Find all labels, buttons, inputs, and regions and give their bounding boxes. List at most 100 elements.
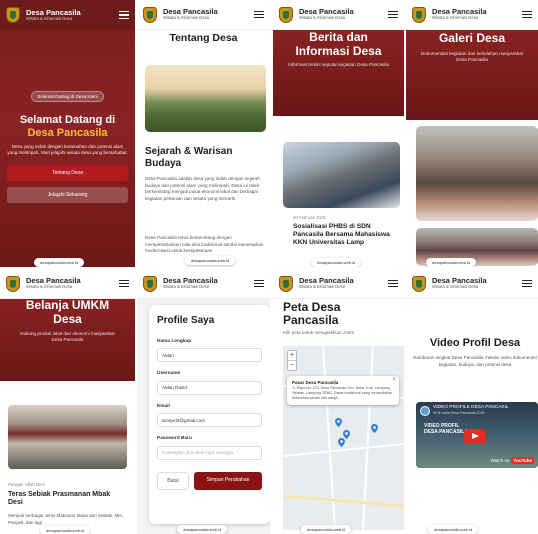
- map-pin-icon[interactable]: [335, 418, 342, 427]
- popup-body: Jl. Raya No. 123, Desa Pancasila, Kec. N…: [292, 386, 393, 401]
- umkm-screen: Desa Pancasila Wisata & Informasi Desa B…: [0, 269, 135, 534]
- video-channel: KKN Unila Desa Pancasila 2025: [433, 411, 485, 415]
- zoom-in-button[interactable]: +: [288, 351, 296, 361]
- gallery-hero: Galeri Desa Dokumentasi kegiatan dan kei…: [406, 30, 538, 120]
- zoom-out-button[interactable]: −: [288, 361, 296, 370]
- brand-tagline: Wisata & Informasi Desa: [299, 15, 346, 21]
- hamburger-icon[interactable]: [522, 10, 532, 19]
- video-screen: Desa Pancasila Wisata & Informasi Desa V…: [406, 269, 538, 534]
- umkm-subtitle: Dukung produk lokal dan ekonomi masyarak…: [20, 330, 115, 342]
- password-label: Password Baru: [157, 436, 192, 441]
- news-subtitle: Informasi terkini seputar kegiatan Desa …: [288, 61, 389, 67]
- cancel-button[interactable]: Batal: [157, 471, 189, 490]
- rice-field-photo: [145, 65, 266, 132]
- news-date: 20 Februari 2025: [293, 215, 326, 220]
- hamburger-icon[interactable]: [119, 279, 129, 288]
- gallery-photo-group[interactable]: [416, 126, 538, 221]
- map-zoom-controls: + −: [287, 350, 297, 371]
- umkm-heading-line2: Desa: [53, 311, 82, 326]
- brand-tagline: Wisata & Informasi Desa: [26, 15, 73, 21]
- village-crest-icon[interactable]: [6, 7, 20, 23]
- hamburger-icon[interactable]: [119, 11, 129, 19]
- username-field[interactable]: [157, 380, 262, 395]
- watch-on-youtube[interactable]: Watch on YouTube: [491, 457, 534, 464]
- village-crest-icon[interactable]: [143, 275, 157, 292]
- video-banner: VIDEO PROFIL DESA PANCASILA: [424, 423, 468, 435]
- umkm-hero: Belanja UMKM Desa Dukung produk lokal da…: [0, 298, 135, 381]
- product-photo[interactable]: [8, 405, 127, 469]
- screenshot-collage: Desa Pancasila Wisata & Informasi Desa S…: [0, 0, 538, 534]
- village-crest-icon[interactable]: [279, 6, 293, 23]
- hamburger-icon[interactable]: [388, 279, 398, 288]
- village-crest-icon[interactable]: [412, 6, 426, 23]
- hamburger-icon[interactable]: [388, 10, 398, 19]
- map-pin-icon[interactable]: [371, 424, 378, 433]
- name-label: Nama Lengkap: [157, 338, 192, 344]
- site-header: Desa Pancasila Wisata & Informasi Desa: [273, 269, 404, 299]
- village-crest-icon[interactable]: [412, 275, 426, 292]
- url-badge: desapancasila.web.id: [428, 525, 479, 534]
- username-label: Username: [157, 371, 181, 376]
- url-badge: desapancasila.web.id: [426, 258, 477, 267]
- welcome-badge: Selamat Datang di Desa Kami: [31, 91, 104, 102]
- brand-tagline: Wisata & Informasi Desa: [163, 284, 210, 290]
- news-article-title[interactable]: Sosialisasi PHBS di SDN Pancasila Bersam…: [293, 223, 396, 248]
- brand-tagline: Wisata & Informasi Desa: [432, 15, 479, 21]
- channel-avatar: [420, 406, 430, 416]
- popup-close-icon[interactable]: ×: [392, 377, 396, 383]
- site-header: Desa Pancasila Wisata & Informasi Desa: [0, 269, 135, 299]
- map-pin-icon[interactable]: [338, 438, 345, 447]
- village-crest-icon[interactable]: [143, 6, 157, 23]
- email-field[interactable]: [157, 413, 262, 427]
- site-header: Desa Pancasila Wisata & Informasi Desa: [137, 269, 270, 299]
- video-section-subtitle: Gambaran singkat Desa Pancasila melalui …: [412, 355, 538, 367]
- hamburger-icon[interactable]: [254, 10, 264, 19]
- site-header: Desa Pancasila Wisata & Informasi Desa: [406, 0, 538, 30]
- map-title-line2: Pancasila: [283, 313, 339, 327]
- village-crest-icon[interactable]: [279, 275, 293, 292]
- site-header: Desa Pancasila Wisata & Informasi Desa: [273, 0, 404, 30]
- history-title: Sejarah & Warisan Budaya: [145, 146, 233, 169]
- news-heading-line2: Informasi Desa: [295, 43, 382, 58]
- history-paragraph-2: Desa Pancasila terus berkembang dengan m…: [145, 235, 264, 254]
- youtube-play-icon[interactable]: [464, 429, 486, 444]
- village-map[interactable]: + − × Pasar Desa Pancasila Jl. Raya No. …: [283, 346, 404, 530]
- map-popup: × Pasar Desa Pancasila Jl. Raya No. 123,…: [287, 376, 399, 406]
- brand-tagline: Wisata & Informasi Desa: [26, 284, 73, 290]
- village-crest-icon[interactable]: [6, 275, 20, 292]
- section-heading: Tentang Desa: [169, 32, 238, 44]
- hamburger-icon[interactable]: [522, 279, 532, 288]
- news-hero: Berita dan Informasi Desa Informasi terk…: [273, 30, 404, 116]
- hero-title-line2: Desa Pancasila: [27, 126, 108, 139]
- popup-title: Pasar Desa Pancasila: [292, 380, 339, 385]
- product-title[interactable]: Teras Sebiak Prasmanan Mbak Desi: [8, 491, 125, 508]
- product-description: Menjual berbagai Jenis Makanan Mulai dar…: [8, 513, 124, 525]
- video-section-title: Video Profil Desa: [429, 337, 521, 349]
- site-header: Desa Pancasila Wisata & Informasi Desa: [406, 269, 538, 299]
- brand-tagline: Wisata & Informasi Desa: [299, 284, 346, 290]
- youtube-logo: YouTube: [511, 457, 534, 464]
- gallery-subtitle: Dokumentasi kegiatan dan keindahan masya…: [421, 50, 523, 62]
- news-article-photo[interactable]: [283, 142, 400, 208]
- profile-screen: Desa Pancasila Wisata & Informasi Desa P…: [137, 269, 270, 534]
- profile-title: Profile Saya: [157, 315, 215, 326]
- home-screen: Desa Pancasila Wisata & Informasi Desa S…: [0, 0, 135, 267]
- hamburger-icon[interactable]: [254, 279, 264, 288]
- password-field[interactable]: [157, 445, 262, 460]
- video-title[interactable]: VIDEO PROFILE DESA PANCASIL: [433, 405, 509, 410]
- youtube-embed[interactable]: VIDEO PROFILE DESA PANCASIL KKN Unila De…: [416, 402, 538, 468]
- explore-button[interactable]: Jelajahi Sekarang: [7, 186, 128, 203]
- url-badge: desapancasila.web.id: [185, 256, 236, 265]
- name-field[interactable]: [157, 348, 262, 362]
- brand-tagline: Wisata & Informasi Desa: [163, 15, 210, 21]
- about-village-button[interactable]: Tentang Desa: [7, 164, 128, 181]
- map-screen: Desa Pancasila Wisata & Informasi Desa P…: [273, 269, 404, 534]
- site-header: Desa Pancasila Wisata & Informasi Desa: [0, 0, 135, 30]
- save-button[interactable]: Simpan Perubahan: [194, 471, 262, 490]
- history-paragraph-1: Desa Pancasila adalah desa yang indah de…: [145, 176, 262, 201]
- url-badge: desapancasila.web.id: [34, 258, 85, 267]
- hero-section: Selamat Datang di Desa Kami Selamat Data…: [0, 30, 135, 267]
- video-banner-line2: DESA PANCASILA: [424, 428, 468, 435]
- site-header: Desa Pancasila Wisata & Informasi Desa: [137, 0, 270, 30]
- hero-title-line1: Selamat Datang di: [19, 114, 116, 126]
